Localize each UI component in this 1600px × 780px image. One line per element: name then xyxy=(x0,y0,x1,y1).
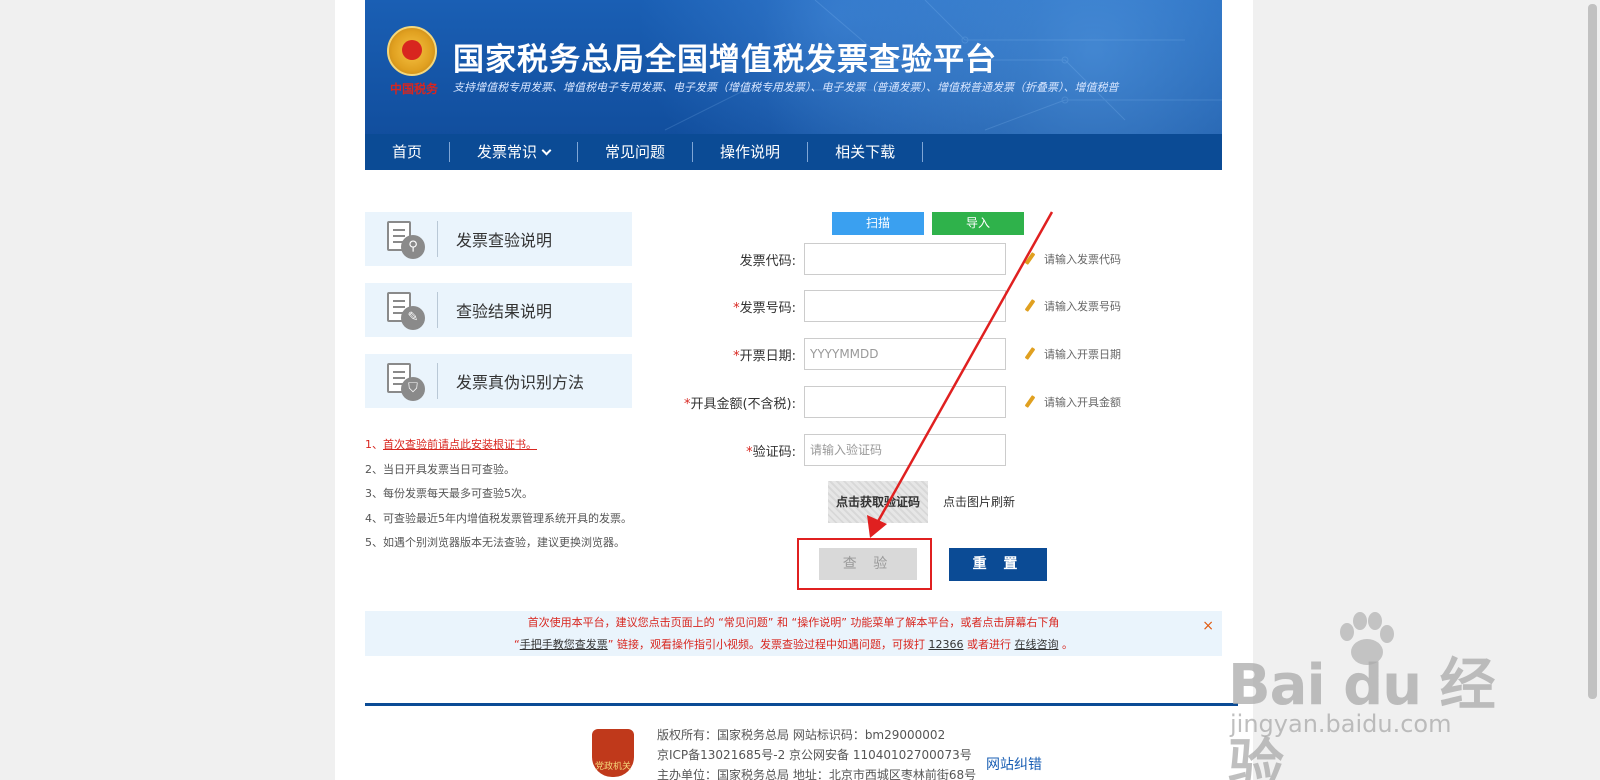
nav-invoice-knowledge[interactable]: 发票常识 xyxy=(450,142,579,162)
note-item: 2、当日开具发票当日可查验。 xyxy=(365,462,515,476)
nav-downloads[interactable]: 相关下载 xyxy=(808,142,924,162)
invoice-code-hint: 请输入发票代码 xyxy=(1044,253,1121,266)
note-item: 3、每份发票每天最多可查验5次。 xyxy=(365,487,533,500)
nav-instructions-label: 操作说明 xyxy=(720,143,781,161)
invoice-number-label: *发票号码: xyxy=(650,297,804,316)
nav-faq[interactable]: 常见问题 xyxy=(578,142,694,162)
footer-info: 版权所有：国家税务总局 网站标识码：bm29000002 京ICP备130216… xyxy=(657,725,976,780)
label-text: 开具金额(不含税): xyxy=(690,396,796,412)
nav-downloads-label: 相关下载 xyxy=(835,143,896,161)
issue-date-hint: 请输入开票日期 xyxy=(1044,348,1121,361)
sidebar-card-label: 发票查验说明 xyxy=(456,231,553,250)
watermark-url: jingyan.baidu.com xyxy=(1230,710,1452,738)
card-divider xyxy=(437,363,438,399)
hotline-link[interactable]: 12366 xyxy=(928,638,963,651)
note-item: 4、可查验最近5年内增值税发票管理系统开具的发票。 xyxy=(365,511,632,525)
online-consult-link[interactable]: 在线咨询 xyxy=(1014,638,1058,651)
pencil-icon xyxy=(1024,347,1036,361)
label-text: 开票日期: xyxy=(739,348,796,364)
footer-sponsor: 主办单位：国家税务总局 地址：北京市西城区枣林前街68号 xyxy=(657,768,977,780)
card-divider xyxy=(437,221,438,257)
tax-emblem-logo[interactable]: 中国税务 xyxy=(387,26,441,100)
sidebar-card-check-instructions[interactable]: ⚲ 发票查验说明 xyxy=(365,212,632,266)
issue-date-label: *开票日期: xyxy=(650,345,804,364)
scan-button[interactable]: 扫描 xyxy=(832,212,924,235)
nav-home-label: 首页 xyxy=(392,143,423,161)
invoice-code-input[interactable] xyxy=(804,243,1006,275)
sidebar-card-result-instructions[interactable]: ✎ 查验结果说明 xyxy=(365,283,632,337)
captcha-label: *验证码: xyxy=(650,441,804,460)
form-row-invoice-code: 发票代码: 请输入发票代码 xyxy=(650,243,1170,275)
sidebar-card-label: 发票真伪识别方法 xyxy=(456,373,585,392)
reset-button[interactable]: 重 置 xyxy=(949,548,1047,581)
pencil-icon xyxy=(1024,395,1036,409)
captcha-refresh-tip: 点击图片刷新 xyxy=(943,495,1016,509)
scrollbar-thumb[interactable] xyxy=(1588,4,1597,699)
nav-instructions[interactable]: 操作说明 xyxy=(693,142,809,162)
amount-label: *开具金额(不含税): xyxy=(650,393,804,412)
site-title: 国家税务总局全国增值税发票查验平台 xyxy=(453,42,997,78)
form-row-amount: *开具金额(不含税): 请输入开具金额 xyxy=(650,386,1170,418)
form-row-issue-date: *开票日期: YYYYMMDD 请输入开票日期 xyxy=(650,338,1170,370)
document-search-icon: ⚲ xyxy=(385,219,425,259)
document-edit-icon: ✎ xyxy=(385,290,425,330)
pencil-icon xyxy=(1024,299,1036,313)
note-item: 5、如遇个别浏览器版本无法查验，建议更换浏览器。 xyxy=(365,536,625,549)
notice-line1: 首次使用本平台，建议您点击页面上的 “常见问题” 和 “操作说明” 功能菜单了解… xyxy=(527,616,1060,629)
notice-text: 或者进行 xyxy=(963,638,1015,651)
baidu-watermark: Bai du 经验 jingyan.baidu.com xyxy=(1225,610,1545,780)
note-prefix: 1、 xyxy=(365,438,383,451)
nav-invoice-knowledge-label: 发票常识 xyxy=(477,143,538,161)
notice-text: ” 链接，观看操作指引小视频。发票查验过程中如遇问题，可拨打 xyxy=(607,638,929,651)
invoice-code-label: 发票代码: xyxy=(650,250,804,269)
import-button[interactable]: 导入 xyxy=(932,212,1024,235)
label-text: 验证码: xyxy=(752,444,796,460)
notice-line2: “手把手教您查发票” 链接，观看操作指引小视频。发票查验过程中如遇问题，可拨打 … xyxy=(365,634,1222,656)
card-divider xyxy=(437,292,438,328)
document-shield-icon: ⛉ xyxy=(385,361,425,401)
notice-banner: 首次使用本平台，建议您点击页面上的 “常见问题” 和 “操作说明” 功能菜单了解… xyxy=(365,611,1222,656)
notes-list: 1、首次查验前请点此安装根证书。 2、当日开具发票当日可查验。 3、每份发票每天… xyxy=(365,433,632,556)
nav-home[interactable]: 首页 xyxy=(365,142,451,162)
pencil-icon xyxy=(1024,252,1036,266)
page-scrollbar[interactable] xyxy=(1584,0,1600,780)
site-subtitle: 支持增值税专用发票、增值税电子专用发票、电子发票（增值税专用发票）、电子发票（普… xyxy=(453,81,1119,94)
notice-text: 。 xyxy=(1058,638,1073,651)
captcha-image[interactable]: 点击获取验证码 xyxy=(828,481,928,523)
tutorial-link[interactable]: 手把手教您查发票 xyxy=(520,638,608,651)
invoice-number-input[interactable] xyxy=(804,290,1006,322)
nav-faq-label: 常见问题 xyxy=(605,143,666,161)
footer-copyright: 版权所有：国家税务总局 网站标识码：bm29000002 xyxy=(657,728,946,742)
close-icon[interactable]: × xyxy=(1202,615,1214,637)
captcha-input[interactable]: 请输入验证码 xyxy=(804,434,1006,466)
sidebar-card-label: 查验结果说明 xyxy=(456,302,553,321)
footer-divider xyxy=(365,703,1238,706)
main-nav: 首页 发票常识 常见问题 操作说明 相关下载 xyxy=(365,134,1222,170)
install-certificate-link[interactable]: 首次查验前请点此安装根证书。 xyxy=(383,438,537,451)
party-government-logo[interactable]: 党政机关 xyxy=(592,729,634,777)
form-row-captcha: *验证码: 请输入验证码 xyxy=(650,434,1170,466)
note-install-certificate[interactable]: 1、首次查验前请点此安装根证书。 xyxy=(365,433,632,458)
footer-icp: 京ICP备13021685号-2 京公网安备 11040102700073号 xyxy=(657,748,972,762)
sidebar-card-authenticity-methods[interactable]: ⛉ 发票真伪识别方法 xyxy=(365,354,632,408)
site-header: 中国税务 国家税务总局全国增值税发票查验平台 支持增值税专用发票、增值税电子专用… xyxy=(365,0,1222,170)
invoice-number-hint: 请输入发票号码 xyxy=(1044,300,1121,313)
amount-hint: 请输入开具金额 xyxy=(1044,396,1121,409)
annotation-highlight-box xyxy=(797,538,932,590)
issue-date-input[interactable]: YYYYMMDD xyxy=(804,338,1006,370)
emblem-icon xyxy=(387,26,437,76)
amount-input[interactable] xyxy=(804,386,1006,418)
form-row-invoice-number: *发票号码: 请输入发票号码 xyxy=(650,290,1170,322)
label-text: 发票号码: xyxy=(739,300,796,316)
chevron-down-icon xyxy=(541,145,552,155)
label-text: 发票代码: xyxy=(739,253,796,269)
emblem-text: 中国税务 xyxy=(389,82,438,96)
site-error-report-link[interactable]: 网站纠错 xyxy=(986,754,1042,774)
